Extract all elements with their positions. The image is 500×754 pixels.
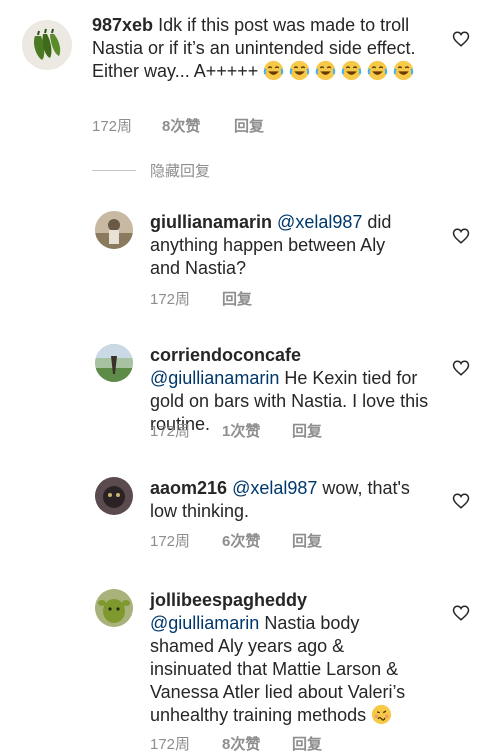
heart-outline-icon[interactable] — [452, 227, 470, 245]
woozy-face-icon — [372, 704, 392, 725]
comment-text: 987xeb Idk if this post was made to trol… — [92, 14, 432, 83]
reply-likes[interactable]: 1次赞 — [222, 420, 292, 441]
reply-meta: 172周 回复 — [150, 288, 252, 309]
comment-likes[interactable]: 8次赞 — [162, 115, 234, 136]
reply-likes[interactable]: 8次赞 — [222, 733, 292, 754]
heart-outline-icon[interactable] — [452, 30, 470, 48]
reply-mention[interactable]: @xelal987 — [232, 478, 317, 498]
comment-meta: 172周 8次赞 回复 — [92, 115, 264, 136]
reply-text: aaom216 @xelal987 wow, that's low thinki… — [150, 477, 440, 523]
reply-text: jollibeespagheddy @giulliamarin Nastia b… — [150, 589, 410, 727]
reply-button[interactable]: 回复 — [292, 420, 322, 441]
reply-meta: 172周 8次赞 回复 — [150, 733, 322, 754]
reply-likes[interactable]: 6次赞 — [222, 530, 292, 551]
heart-outline-icon[interactable] — [452, 604, 470, 622]
avatar[interactable] — [95, 589, 133, 627]
reply-time: 172周 — [150, 291, 191, 308]
reply-button[interactable]: 回复 — [234, 115, 264, 136]
comment-time: 172周 — [92, 118, 133, 135]
reply-button[interactable]: 回复 — [222, 288, 252, 309]
reply-item: giullianamarin @xelal987 did anything ha… — [0, 205, 500, 315]
reply-button[interactable]: 回复 — [292, 733, 322, 754]
face-with-tears-of-joy-icon — [394, 60, 414, 81]
reply-mention[interactable]: @giullianamarin — [150, 368, 279, 388]
divider — [92, 170, 136, 171]
peppers-image — [22, 20, 72, 70]
emoji-group — [263, 60, 414, 81]
comment-username[interactable]: 987xeb — [92, 15, 153, 35]
face-with-tears-of-joy-icon — [368, 60, 388, 81]
avatar-photo — [95, 344, 133, 382]
hide-replies-label: 隐藏回复 — [150, 163, 211, 180]
face-with-tears-of-joy-icon — [290, 60, 310, 81]
reply-username[interactable]: giullianamarin — [150, 212, 272, 232]
heart-outline-icon[interactable] — [452, 492, 470, 510]
avatar[interactable] — [95, 477, 133, 515]
avatar-photo — [95, 477, 133, 515]
reply-time: 172周 — [150, 533, 191, 550]
avatar[interactable] — [95, 211, 133, 249]
hide-replies-toggle[interactable]: 隐藏回复 — [92, 160, 210, 181]
reply-username[interactable]: aaom216 — [150, 478, 227, 498]
reply-mention[interactable]: @xelal987 — [277, 212, 362, 232]
reply-meta: 172周 6次赞 回复 — [150, 530, 322, 551]
reply-item: corriendoconcafe @giullianamarin He Kexi… — [0, 340, 500, 450]
face-with-tears-of-joy-icon — [342, 60, 362, 81]
avatar-photo — [95, 589, 133, 627]
comment-main: 987xeb Idk if this post was made to trol… — [0, 0, 500, 150]
reply-time: 172周 — [150, 423, 191, 440]
reply-username[interactable]: jollibeespagheddy — [150, 590, 307, 610]
reply-text: giullianamarin @xelal987 did anything ha… — [150, 211, 420, 280]
reply-button[interactable]: 回复 — [292, 530, 322, 551]
face-with-tears-of-joy-icon — [264, 60, 284, 81]
reply-item: aaom216 @xelal987 wow, that's low thinki… — [0, 473, 500, 563]
reply-item: jollibeespagheddy @giulliamarin Nastia b… — [0, 585, 500, 753]
avatar-photo — [95, 211, 133, 249]
face-with-tears-of-joy-icon — [316, 60, 336, 81]
reply-mention[interactable]: @giulliamarin — [150, 613, 259, 633]
avatar[interactable] — [95, 344, 133, 382]
reply-username[interactable]: corriendoconcafe — [150, 345, 301, 365]
avatar[interactable] — [22, 20, 72, 70]
reply-meta: 172周 1次赞 回复 — [150, 420, 322, 441]
heart-outline-icon[interactable] — [452, 359, 470, 377]
reply-time: 172周 — [150, 736, 191, 753]
